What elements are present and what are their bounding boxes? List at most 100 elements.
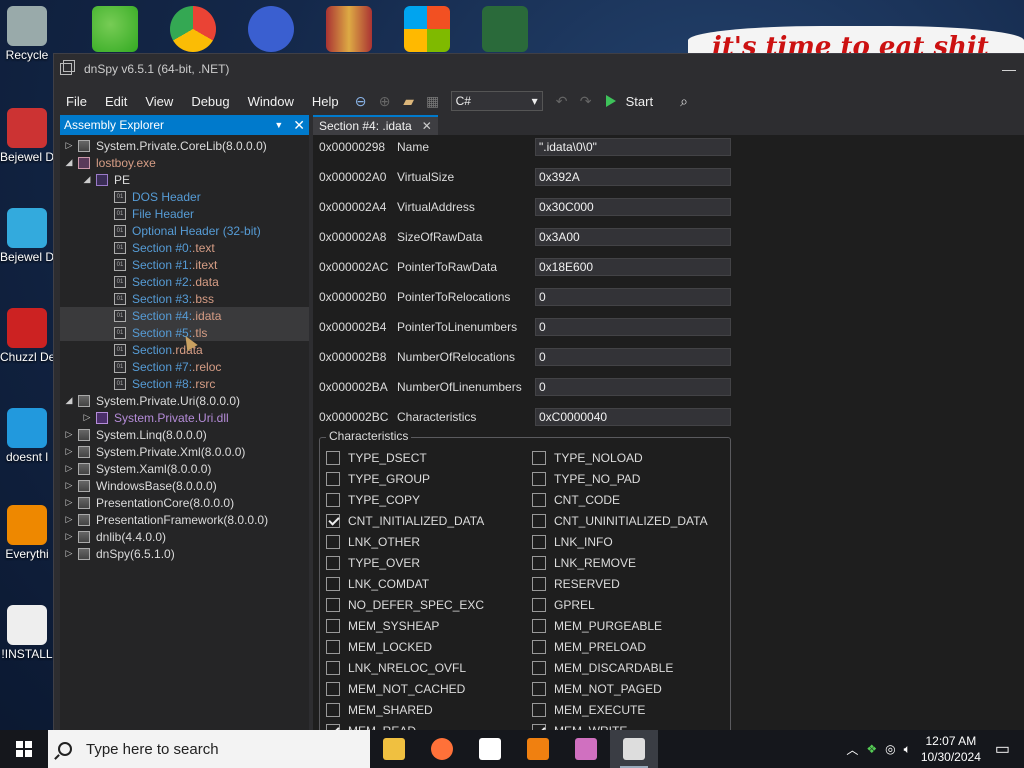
checkbox-box[interactable] (326, 577, 340, 591)
tree-node[interactable]: ▷ System.Private.Uri.dll (60, 409, 309, 426)
tree-node[interactable]: 01 Section #7: .reloc (60, 358, 309, 375)
checkbox-box[interactable] (532, 703, 546, 717)
desktop-icon[interactable]: Bejewel Delux (0, 208, 54, 264)
characteristic-checkbox[interactable]: CNT_CODE (532, 491, 620, 509)
dropdown-icon[interactable]: ▼ (274, 120, 283, 130)
characteristic-checkbox[interactable]: LNK_NRELOC_OVFL (326, 659, 466, 677)
language-select[interactable]: C# ▾ (450, 91, 543, 111)
taskbar-app[interactable] (466, 730, 514, 768)
characteristic-checkbox[interactable]: CNT_UNINITIALIZED_DATA (532, 512, 708, 530)
taskbar-app[interactable] (370, 730, 418, 768)
tree-node[interactable]: ▷ dnSpy (6.5.1.0) (60, 545, 309, 562)
characteristic-checkbox[interactable]: MEM_SHARED (326, 701, 433, 719)
taskbar-search[interactable]: Type here to search (48, 730, 370, 768)
collapse-arrow-icon[interactable]: ◢ (82, 174, 92, 185)
checkbox-box[interactable] (326, 556, 340, 570)
tree-node[interactable]: ▷ System.Private.Xml (8.0.0.0) (60, 443, 309, 460)
tree-node[interactable]: 01 Section #8: .rsrc (60, 375, 309, 392)
characteristic-checkbox[interactable]: MEM_LOCKED (326, 638, 432, 656)
characteristic-checkbox[interactable]: TYPE_NO_PAD (532, 470, 640, 488)
menu-file[interactable]: File (58, 94, 95, 109)
taskbar-app[interactable] (418, 730, 466, 768)
desktop-icon[interactable]: Bejewel Delux (0, 108, 54, 164)
checkbox-box[interactable] (532, 514, 546, 528)
volume-icon[interactable]: 🔈︎ (904, 742, 911, 757)
field-value-input[interactable]: 0x30C000 (535, 198, 731, 216)
app-tray-icon[interactable]: ❖ (866, 742, 877, 756)
taskbar-app[interactable] (562, 730, 610, 768)
navigate-back-icon[interactable]: ⊖ (350, 90, 372, 112)
tree-node[interactable]: ▷ System.Private.CoreLib (8.0.0.0) (60, 137, 309, 154)
tree-node[interactable]: 01 DOS Header (60, 188, 309, 205)
checkbox-box[interactable] (326, 535, 340, 549)
redo-icon[interactable]: ↷ (575, 90, 597, 112)
characteristic-checkbox[interactable]: MEM_NOT_PAGED (532, 680, 662, 698)
characteristic-checkbox[interactable]: TYPE_COPY (326, 491, 420, 509)
checkbox-box[interactable] (326, 682, 340, 696)
expand-arrow-icon[interactable]: ▷ (64, 446, 74, 457)
winrar-icon[interactable] (326, 6, 372, 52)
tree-node[interactable]: ◢ lostboy.exe (60, 154, 309, 171)
title-bar[interactable]: dnSpy v6.5.1 (64-bit, .NET) — (54, 54, 1024, 84)
menu-edit[interactable]: Edit (97, 94, 135, 109)
close-icon[interactable]: ✕ (293, 117, 305, 134)
checkbox-box[interactable] (532, 472, 546, 486)
field-value-input[interactable]: 0 (535, 348, 731, 366)
field-value-input[interactable]: 0 (535, 288, 731, 306)
characteristic-checkbox[interactable]: NO_DEFER_SPEC_EXC (326, 596, 484, 614)
open-file-icon[interactable]: ▰ (398, 90, 420, 112)
checkbox-box[interactable] (532, 598, 546, 612)
tree-node[interactable]: 01 Section #1: .itext (60, 256, 309, 273)
desktop-icon[interactable]: Recycle (0, 6, 54, 62)
microsoft-icon[interactable] (404, 6, 450, 52)
checkbox-box[interactable] (532, 661, 546, 675)
characteristic-checkbox[interactable]: LNK_COMDAT (326, 575, 429, 593)
desktop-icon[interactable]: Chuzzl Delux (0, 308, 54, 364)
characteristic-checkbox[interactable]: MEM_EXECUTE (532, 701, 645, 719)
checkbox-box[interactable] (532, 682, 546, 696)
checkbox-box[interactable] (326, 703, 340, 717)
characteristic-checkbox[interactable]: LNK_OTHER (326, 533, 420, 551)
tab-section-4-idata[interactable]: Section #4: .idata ✕ (313, 115, 438, 135)
tree-node[interactable]: 01 Section #4: .idata (60, 307, 309, 324)
tree-node[interactable]: ▷ dnlib (4.4.0.0) (60, 528, 309, 545)
checkbox-box[interactable] (326, 619, 340, 633)
checkbox-box[interactable] (326, 598, 340, 612)
expand-arrow-icon[interactable]: ▷ (64, 429, 74, 440)
expand-arrow-icon[interactable]: ▷ (64, 531, 74, 542)
show-hidden-icons-icon[interactable]: ︿ (846, 741, 858, 758)
anime-character-icon[interactable] (482, 6, 528, 52)
menu-view[interactable]: View (137, 94, 181, 109)
clock[interactable]: 12:07 AM 10/30/2024 (921, 733, 981, 765)
field-value-input[interactable]: 0x18E600 (535, 258, 731, 276)
characteristic-checkbox[interactable]: CNT_INITIALIZED_DATA (326, 512, 484, 530)
characteristic-checkbox[interactable]: TYPE_NOLOAD (532, 449, 643, 467)
checkbox-box[interactable] (532, 451, 546, 465)
chrome-icon[interactable] (170, 6, 216, 52)
characteristic-checkbox[interactable]: LNK_INFO (532, 533, 613, 551)
network-icon[interactable]: ◎ (885, 742, 895, 756)
tree-node[interactable]: ◢ PE (60, 171, 309, 188)
characteristic-checkbox[interactable]: MEM_SYSHEAP (326, 617, 439, 635)
characteristic-checkbox[interactable]: MEM_NOT_CACHED (326, 680, 465, 698)
tree-node[interactable]: 01 Section #3: .bss (60, 290, 309, 307)
characteristic-checkbox[interactable]: MEM_PRELOAD (532, 638, 646, 656)
checkbox-box[interactable] (326, 451, 340, 465)
tree-node[interactable]: 01 File Header (60, 205, 309, 222)
checkbox-box[interactable] (532, 556, 546, 570)
expand-arrow-icon[interactable]: ▷ (64, 480, 74, 491)
collapse-arrow-icon[interactable]: ◢ (64, 157, 74, 168)
checkbox-box[interactable] (532, 640, 546, 654)
tree-node[interactable]: 01 Section #2: .data (60, 273, 309, 290)
field-value-input[interactable]: 0xC0000040 (535, 408, 731, 426)
field-value-input[interactable]: 0 (535, 318, 731, 336)
characteristic-checkbox[interactable]: TYPE_GROUP (326, 470, 430, 488)
tree-node[interactable]: ▷ PresentationCore (8.0.0.0) (60, 494, 309, 511)
characteristic-checkbox[interactable]: TYPE_DSECT (326, 449, 427, 467)
field-value-input[interactable]: 0 (535, 378, 731, 396)
expand-arrow-icon[interactable]: ▷ (64, 497, 74, 508)
desktop-icon[interactable]: doesnt l (0, 408, 54, 464)
tree-node[interactable]: ▷ WindowsBase (8.0.0.0) (60, 477, 309, 494)
checkbox-box[interactable] (532, 577, 546, 591)
undo-icon[interactable]: ↶ (551, 90, 573, 112)
